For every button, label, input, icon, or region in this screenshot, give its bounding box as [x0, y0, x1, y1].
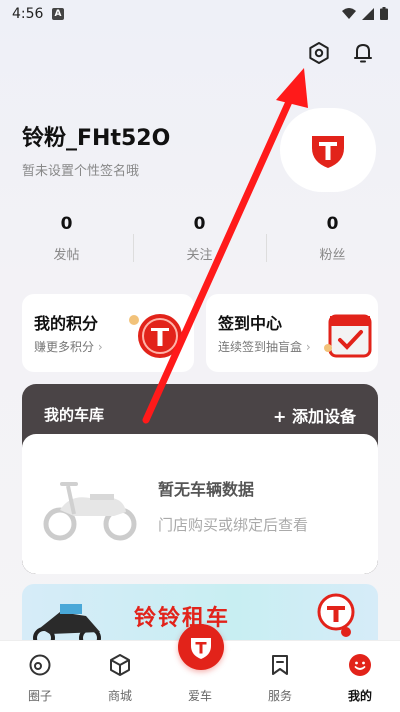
stat-posts[interactable]: 0 发帖 — [0, 214, 133, 263]
points-title: 我的积分 — [34, 314, 99, 333]
checkin-card[interactable]: 签到中心 连续签到抽盲盒 › — [206, 294, 378, 372]
nav-item-mine[interactable]: 我的 — [320, 641, 400, 712]
notification-icon: A — [52, 8, 64, 20]
profile-name[interactable]: 铃粉_FHt52O — [22, 120, 170, 152]
banner-title: 铃铃租车 — [134, 606, 231, 631]
smile-face-icon — [348, 653, 372, 677]
status-bar: 4:56 A — [0, 0, 400, 30]
cube-icon — [108, 653, 132, 677]
stat-fans[interactable]: 0 粉丝 — [266, 214, 399, 263]
stat-following-label: 关注 — [186, 248, 213, 263]
stat-fans-label: 粉丝 — [319, 248, 346, 263]
car-center-button[interactable] — [178, 624, 224, 670]
chevron-right-icon: › — [305, 340, 311, 354]
scooter-image — [33, 604, 101, 644]
nav-item-circle[interactable]: 圈子 — [0, 641, 80, 712]
profile-stats: 0 发帖 0 关注 0 粉丝 — [0, 214, 400, 274]
nav-label-circle: 圈子 — [27, 689, 52, 703]
bell-icon — [354, 44, 372, 63]
garage-title: 我的车库 — [44, 406, 105, 424]
brand-logo-icon — [317, 593, 355, 637]
checkin-subtitle: 连续签到抽盲盒 › — [218, 338, 311, 355]
brand-shield-icon — [191, 638, 211, 659]
garage-empty-state: 暂无车辆数据 门店购买或绑定后查看 — [22, 434, 378, 574]
nav-item-service[interactable]: 服务 — [240, 641, 320, 712]
signal-icon — [362, 7, 374, 20]
nav-label-mall: 商城 — [107, 689, 132, 703]
settings-button[interactable] — [304, 38, 334, 68]
points-subtitle: 赚更多积分 › — [34, 338, 103, 355]
stat-posts-value: 0 — [60, 214, 73, 234]
bookmark-icon — [268, 653, 292, 677]
avatar[interactable] — [280, 108, 376, 192]
calendar-check-icon — [324, 314, 372, 358]
nav-label-service: 服务 — [267, 689, 292, 703]
scooter-icon — [43, 482, 137, 541]
brand-logo-icon — [312, 136, 344, 168]
coin-icon — [129, 314, 182, 358]
checkin-subtitle-text: 连续签到抽盲盒 — [218, 340, 303, 354]
nav-label-car: 爱车 — [187, 689, 212, 703]
garage-section: 我的车库 + 添加设备 暂无车辆数据 门店购买或绑定后查看 — [22, 384, 378, 574]
stat-following[interactable]: 0 关注 — [133, 214, 266, 263]
add-device-button[interactable]: + 添加设备 — [273, 403, 356, 427]
status-icons — [342, 7, 388, 20]
gear-icon — [309, 42, 329, 64]
nav-label-mine: 我的 — [347, 689, 372, 703]
garage-empty-title: 暂无车辆数据 — [158, 480, 255, 499]
circle-target-icon — [28, 653, 52, 677]
nav-item-mall[interactable]: 商城 — [80, 641, 160, 712]
notification-button[interactable] — [348, 38, 378, 68]
points-card[interactable]: 我的积分 赚更多积分 › — [22, 294, 194, 372]
points-subtitle-text: 赚更多积分 — [34, 340, 95, 354]
chevron-right-icon: › — [97, 340, 103, 354]
battery-icon — [380, 7, 388, 20]
status-time: 4:56 — [12, 6, 44, 22]
wifi-icon — [342, 7, 356, 19]
profile-signature[interactable]: 暂未设置个性签名哦 — [22, 160, 139, 179]
stat-posts-label: 发帖 — [53, 248, 80, 263]
stat-fans-value: 0 — [326, 214, 339, 234]
stat-following-value: 0 — [193, 214, 206, 234]
garage-empty-subtitle: 门店购买或绑定后查看 — [158, 516, 309, 534]
checkin-title: 签到中心 — [218, 314, 283, 333]
